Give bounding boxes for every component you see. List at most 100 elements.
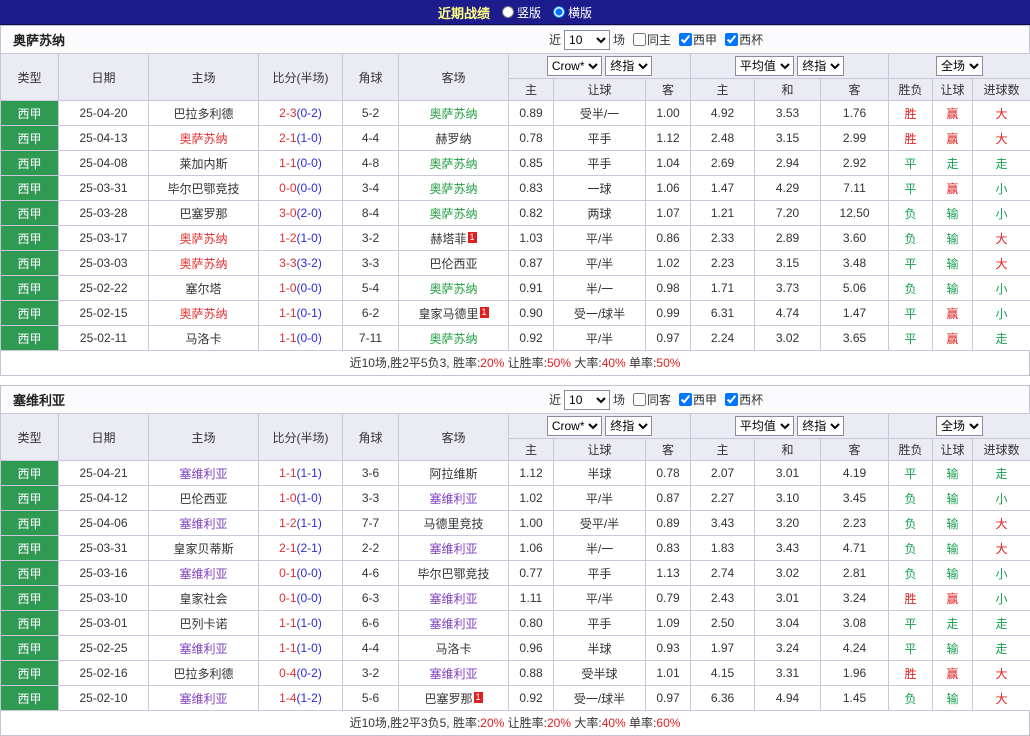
away-team-link[interactable]: 塞维利亚 [429, 617, 477, 631]
home-team-link[interactable]: 巴塞罗那 [179, 207, 227, 221]
filter-copa[interactable]: 西杯 [720, 391, 763, 408]
ah-line: 受平/半 [554, 511, 646, 536]
away-team-link[interactable]: 巴塞罗那 [424, 692, 472, 706]
home-team-link[interactable]: 塞维利亚 [179, 642, 227, 656]
ah-home-odds: 1.02 [509, 486, 554, 511]
result-handicap: 输 [933, 226, 973, 251]
away-team-link[interactable]: 奥萨苏纳 [429, 182, 477, 196]
eu-away-odds: 3.45 [821, 486, 889, 511]
away-team-link[interactable]: 赫罗纳 [435, 132, 471, 146]
away-team-link[interactable]: 巴伦西亚 [429, 257, 477, 271]
filter-same-venue[interactable]: 同主 [628, 31, 671, 48]
home-team-link[interactable]: 奥萨苏纳 [179, 132, 227, 146]
away-team-link[interactable]: 皇家马德里 [418, 307, 478, 321]
home-team-link[interactable]: 塞尔塔 [185, 282, 221, 296]
result-scope-select[interactable]: 全场 [936, 416, 983, 436]
ah-away-odds: 1.01 [646, 661, 691, 686]
match-date: 25-04-21 [59, 461, 149, 486]
home-team-link[interactable]: 巴拉多利德 [173, 667, 233, 681]
league-type-badge: 西甲 [1, 686, 59, 711]
home-team-link[interactable]: 毕尔巴鄂竞技 [167, 182, 239, 196]
home-team-link[interactable]: 皇家贝蒂斯 [173, 542, 233, 556]
home-team-link[interactable]: 莱加内斯 [179, 157, 227, 171]
asian-odds-time-select[interactable]: 终指 [605, 56, 652, 76]
full-time-score: 0-4 [279, 666, 296, 680]
match-row: 西甲 25-03-17 奥萨苏纳 1-2(1-0) 3-2 赫塔菲1 1.03 … [1, 226, 1030, 251]
copa-checkbox[interactable] [725, 33, 738, 46]
view-option-horizontal[interactable]: 横版 [553, 4, 592, 21]
laliga-checkbox[interactable] [679, 393, 692, 406]
games-suffix-label: 场 [613, 391, 625, 408]
bookmaker-select[interactable]: Crow* [547, 56, 602, 76]
eu-draw-odds: 4.94 [755, 686, 821, 711]
near-label: 近 [549, 31, 561, 48]
half-time-score: (2-0) [297, 206, 322, 220]
half-time-score: (0-0) [297, 156, 322, 170]
ah-line: 半/一 [554, 276, 646, 301]
games-count-select[interactable]: 10 [564, 390, 610, 410]
away-team-link[interactable]: 奥萨苏纳 [429, 332, 477, 346]
laliga-checkbox[interactable] [679, 33, 692, 46]
col-date: 日期 [59, 414, 149, 461]
result-handicap: 赢 [933, 126, 973, 151]
vertical-view-radio[interactable] [502, 6, 514, 18]
horizontal-view-radio[interactable] [553, 6, 565, 18]
view-option-vertical[interactable]: 竖版 [502, 4, 541, 21]
home-team-link[interactable]: 皇家社会 [179, 592, 227, 606]
euro-odds-time-select[interactable]: 终指 [797, 56, 844, 76]
filter-copa[interactable]: 西杯 [720, 31, 763, 48]
home-team-link[interactable]: 奥萨苏纳 [179, 232, 227, 246]
summary-stats: 近10场,胜2平5负3, 胜率:20% 让胜率:50% 大率:40% 单率:50… [0, 351, 1030, 376]
away-team-link[interactable]: 塞维利亚 [429, 592, 477, 606]
away-team-link[interactable]: 阿拉维斯 [429, 467, 477, 481]
full-time-score: 1-1 [279, 641, 296, 655]
league-type-badge: 西甲 [1, 461, 59, 486]
home-team-link[interactable]: 奥萨苏纳 [179, 307, 227, 321]
euro-odds-time-select[interactable]: 终指 [797, 416, 844, 436]
away-team-link[interactable]: 毕尔巴鄂竞技 [417, 567, 489, 581]
home-team-link[interactable]: 塞维利亚 [179, 692, 227, 706]
ah-home-odds: 0.88 [509, 661, 554, 686]
odds-source-row: 类型 日期 主场 比分(半场) 角球 客场 Crow* 终指 平均值 终指 全场 [1, 414, 1030, 439]
full-time-score: 1-1 [279, 306, 296, 320]
away-team-link[interactable]: 奥萨苏纳 [429, 107, 477, 121]
eu-away-odds: 4.24 [821, 636, 889, 661]
filter-laliga[interactable]: 西甲 [674, 31, 717, 48]
away-team-link[interactable]: 塞维利亚 [429, 542, 477, 556]
away-team-link[interactable]: 塞维利亚 [429, 492, 477, 506]
bookmaker-select[interactable]: Crow* [547, 416, 602, 436]
away-team-link[interactable]: 赫塔菲 [430, 232, 466, 246]
away-team-link[interactable]: 奥萨苏纳 [429, 207, 477, 221]
full-time-score: 3-0 [279, 206, 296, 220]
games-count-select[interactable]: 10 [564, 30, 610, 50]
result-handicap: 赢 [933, 326, 973, 351]
euro-average-select[interactable]: 平均值 [735, 56, 794, 76]
filter-laliga[interactable]: 西甲 [674, 391, 717, 408]
filter-same-venue[interactable]: 同客 [628, 391, 671, 408]
league-type-badge: 西甲 [1, 486, 59, 511]
away-team-link[interactable]: 塞维利亚 [429, 667, 477, 681]
home-team-link[interactable]: 巴伦西亚 [179, 492, 227, 506]
ah-home-odds: 0.82 [509, 201, 554, 226]
corner-cell: 3-4 [343, 176, 399, 201]
home-team-link[interactable]: 塞维利亚 [179, 567, 227, 581]
home-team-link[interactable]: 塞维利亚 [179, 517, 227, 531]
away-team-link[interactable]: 马洛卡 [435, 642, 471, 656]
home-team-link[interactable]: 塞维利亚 [179, 467, 227, 481]
corner-cell: 4-4 [343, 636, 399, 661]
ah-home-odds: 1.11 [509, 586, 554, 611]
away-team-link[interactable]: 马德里竞技 [423, 517, 483, 531]
away-team-link[interactable]: 奥萨苏纳 [429, 282, 477, 296]
same-venue-checkbox[interactable] [633, 33, 646, 46]
home-team-link[interactable]: 奥萨苏纳 [179, 257, 227, 271]
home-team-link[interactable]: 马洛卡 [185, 332, 221, 346]
ah-away-odds: 0.87 [646, 486, 691, 511]
euro-average-select[interactable]: 平均值 [735, 416, 794, 436]
home-team-link[interactable]: 巴拉多利德 [173, 107, 233, 121]
home-team-link[interactable]: 巴列卡诺 [179, 617, 227, 631]
copa-checkbox[interactable] [725, 393, 738, 406]
result-scope-select[interactable]: 全场 [936, 56, 983, 76]
asian-odds-time-select[interactable]: 终指 [605, 416, 652, 436]
away-team-link[interactable]: 奥萨苏纳 [429, 157, 477, 171]
same-venue-checkbox[interactable] [633, 393, 646, 406]
